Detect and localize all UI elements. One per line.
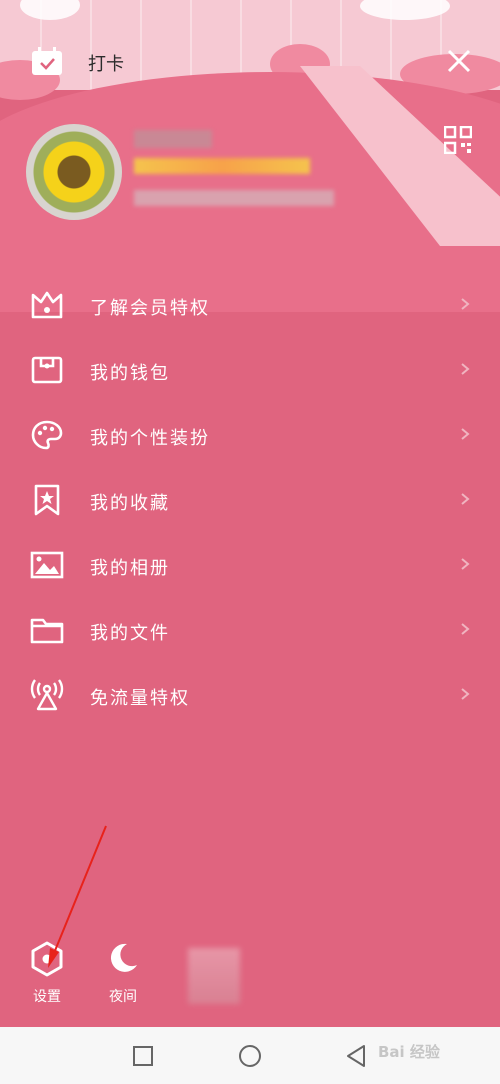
- signal-tower-icon: [30, 679, 64, 711]
- settings-button[interactable]: 设置: [22, 940, 72, 1006]
- system-nav-bar: Bai 经验: [0, 1027, 500, 1084]
- calendar-check-icon[interactable]: [30, 46, 64, 76]
- checkin-button[interactable]: 打卡: [88, 50, 124, 76]
- home-icon[interactable]: [233, 1039, 267, 1073]
- bookmark-star-icon: [34, 484, 60, 516]
- folder-icon: [30, 618, 64, 644]
- menu-item-favorites[interactable]: 我的收藏: [0, 467, 500, 532]
- top-bar: 打卡: [0, 40, 500, 84]
- night-mode-label: 夜间: [109, 989, 137, 1005]
- chevron-right-icon: [461, 298, 470, 310]
- recent-apps-icon[interactable]: [126, 1039, 160, 1073]
- menu-item-free-data[interactable]: 免流量特权: [0, 662, 500, 727]
- chevron-right-icon: [461, 688, 470, 700]
- menu-item-wallet[interactable]: 我的钱包: [0, 337, 500, 402]
- signature-redacted: [134, 190, 334, 206]
- moon-icon: [110, 943, 137, 972]
- settings-label: 设置: [33, 989, 61, 1005]
- vip-badges-redacted[interactable]: [134, 158, 310, 174]
- menu-item-album[interactable]: 我的相册: [0, 532, 500, 597]
- menu-item-label: 免流量特权: [90, 688, 190, 709]
- chevron-right-icon: [461, 428, 470, 440]
- weather-redacted[interactable]: [188, 948, 240, 1004]
- side-drawer: 打卡 了解会员特权 我的钱包 我的个性装扮 我的收藏 我的相册 我的文件 免流量…: [0, 0, 500, 1027]
- close-icon[interactable]: [444, 46, 474, 76]
- back-icon[interactable]: [340, 1039, 374, 1073]
- chevron-right-icon: [461, 558, 470, 570]
- settings-hexagon-icon: [31, 941, 63, 977]
- menu-item-label: 我的个性装扮: [90, 428, 210, 449]
- menu-item-label: 了解会员特权: [90, 298, 210, 319]
- palette-icon: [31, 420, 63, 450]
- image-icon: [30, 551, 64, 579]
- wallet-icon: [31, 356, 63, 384]
- drawer-menu: 了解会员特权 我的钱包 我的个性装扮 我的收藏 我的相册 我的文件 免流量特权: [0, 272, 500, 727]
- menu-item-files[interactable]: 我的文件: [0, 597, 500, 662]
- menu-item-label: 我的收藏: [90, 493, 170, 514]
- qr-code-icon[interactable]: [444, 126, 472, 154]
- menu-item-vip[interactable]: 了解会员特权: [0, 272, 500, 337]
- menu-item-label: 我的文件: [90, 623, 170, 644]
- chevron-right-icon: [461, 623, 470, 635]
- menu-item-label: 我的相册: [90, 558, 170, 579]
- chevron-right-icon: [461, 363, 470, 375]
- watermark: Bai 经验: [378, 1043, 440, 1061]
- chevron-right-icon: [461, 493, 470, 505]
- username-redacted[interactable]: [134, 130, 212, 148]
- menu-item-label: 我的钱包: [90, 363, 170, 384]
- menu-item-theme[interactable]: 我的个性装扮: [0, 402, 500, 467]
- crown-icon: [31, 291, 63, 319]
- avatar[interactable]: [26, 124, 122, 220]
- night-mode-button[interactable]: 夜间: [98, 940, 148, 1006]
